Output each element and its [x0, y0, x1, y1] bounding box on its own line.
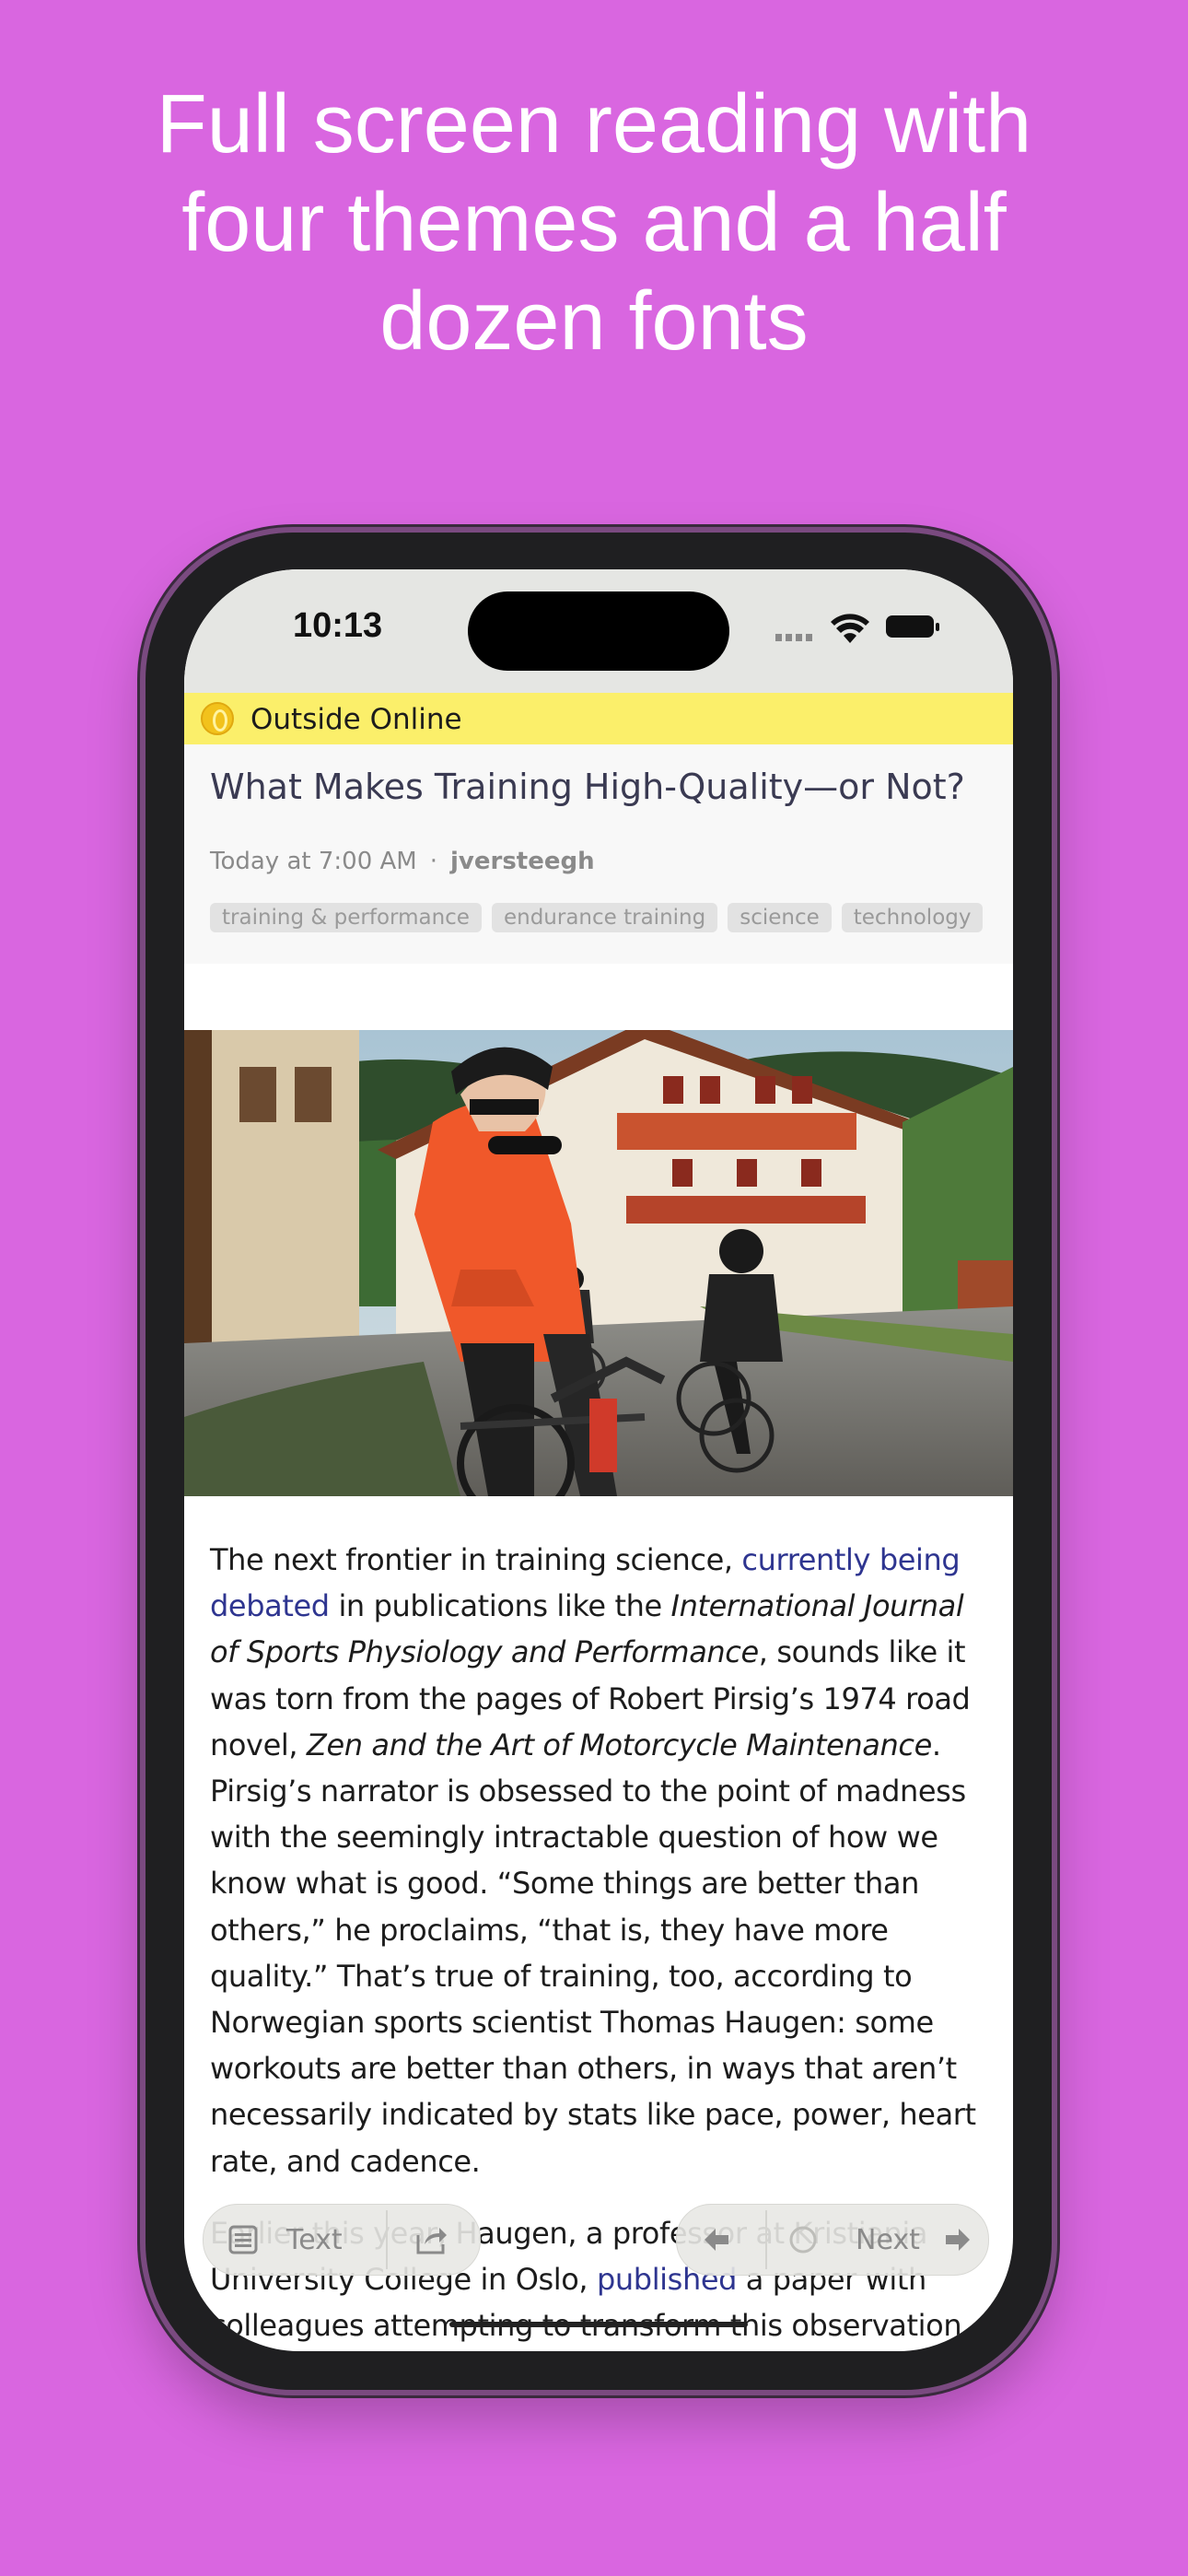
- dynamic-island: [468, 591, 729, 671]
- status-time: 10:13: [293, 606, 383, 645]
- article-paragraph: The next frontier in training science, c…: [210, 1537, 998, 2184]
- article-author[interactable]: jversteegh: [450, 848, 595, 875]
- previous-button[interactable]: [703, 2205, 730, 2275]
- article-date: Today at 7:00 AM: [210, 848, 417, 875]
- body-text-italic: Zen and the Art of Motorcycle Maintenanc…: [306, 1727, 932, 1762]
- status-bar: 10:13: [184, 569, 1013, 693]
- tag[interactable]: science: [728, 903, 832, 932]
- feed-name: Outside Online: [250, 703, 462, 736]
- promo-headline-line-1: Full screen reading with: [156, 78, 1032, 170]
- next-label: Next: [856, 2223, 920, 2256]
- reader-toolbar-left: Text: [203, 2204, 481, 2276]
- back-arrow-icon: [705, 2229, 728, 2251]
- signal-icon: [775, 634, 814, 641]
- body-text: . Pirsig’s narrator is obsessed to the p…: [210, 1727, 976, 2179]
- text-view-label: Text: [286, 2223, 343, 2256]
- feed-bar[interactable]: Outside Online: [184, 693, 1013, 744]
- phone-screen: 10:13 Outside Online What Makes Training…: [184, 569, 1013, 2351]
- toolbar-divider: [386, 2210, 388, 2269]
- article-meta: Today at 7:00 AM · jversteegh: [210, 848, 595, 875]
- tag[interactable]: training & performance: [210, 903, 482, 932]
- promo-headline-line-2: four themes and a half: [181, 177, 1007, 269]
- meta-separator: ·: [429, 848, 437, 875]
- tag-list: training & performance endurance trainin…: [210, 903, 984, 932]
- share-button[interactable]: [415, 2205, 448, 2275]
- wifi-icon: [831, 614, 869, 643]
- unread-circle-icon: [789, 2226, 817, 2254]
- share-icon: [416, 2228, 447, 2254]
- next-button[interactable]: Next: [787, 2205, 972, 2275]
- body-text: The next frontier in training science,: [210, 1542, 742, 1577]
- home-indicator[interactable]: [449, 2322, 748, 2327]
- toolbar-divider: [765, 2210, 767, 2269]
- tag[interactable]: technology: [841, 903, 984, 932]
- article-header: What Makes Training High-Quality—or Not?…: [184, 744, 1013, 964]
- body-text: in publications like the: [329, 1588, 671, 1624]
- phone-frame: 10:13 Outside Online What Makes Training…: [146, 533, 1052, 2390]
- article-title: What Makes Training High-Quality—or Not?: [210, 767, 965, 807]
- text-view-button[interactable]: Text: [227, 2205, 343, 2275]
- battery-icon: [886, 615, 939, 638]
- promo-headline: Full screen reading with four themes and…: [0, 76, 1188, 371]
- article-hero-image[interactable]: [184, 1030, 1013, 1496]
- promo-headline-line-3: dozen fonts: [379, 275, 809, 368]
- next-arrow-icon: [945, 2229, 970, 2251]
- text-view-icon: [228, 2225, 258, 2254]
- tag[interactable]: endurance training: [491, 903, 718, 932]
- reader-toolbar-right: Next: [676, 2204, 989, 2276]
- feed-logo-icon: [201, 702, 234, 735]
